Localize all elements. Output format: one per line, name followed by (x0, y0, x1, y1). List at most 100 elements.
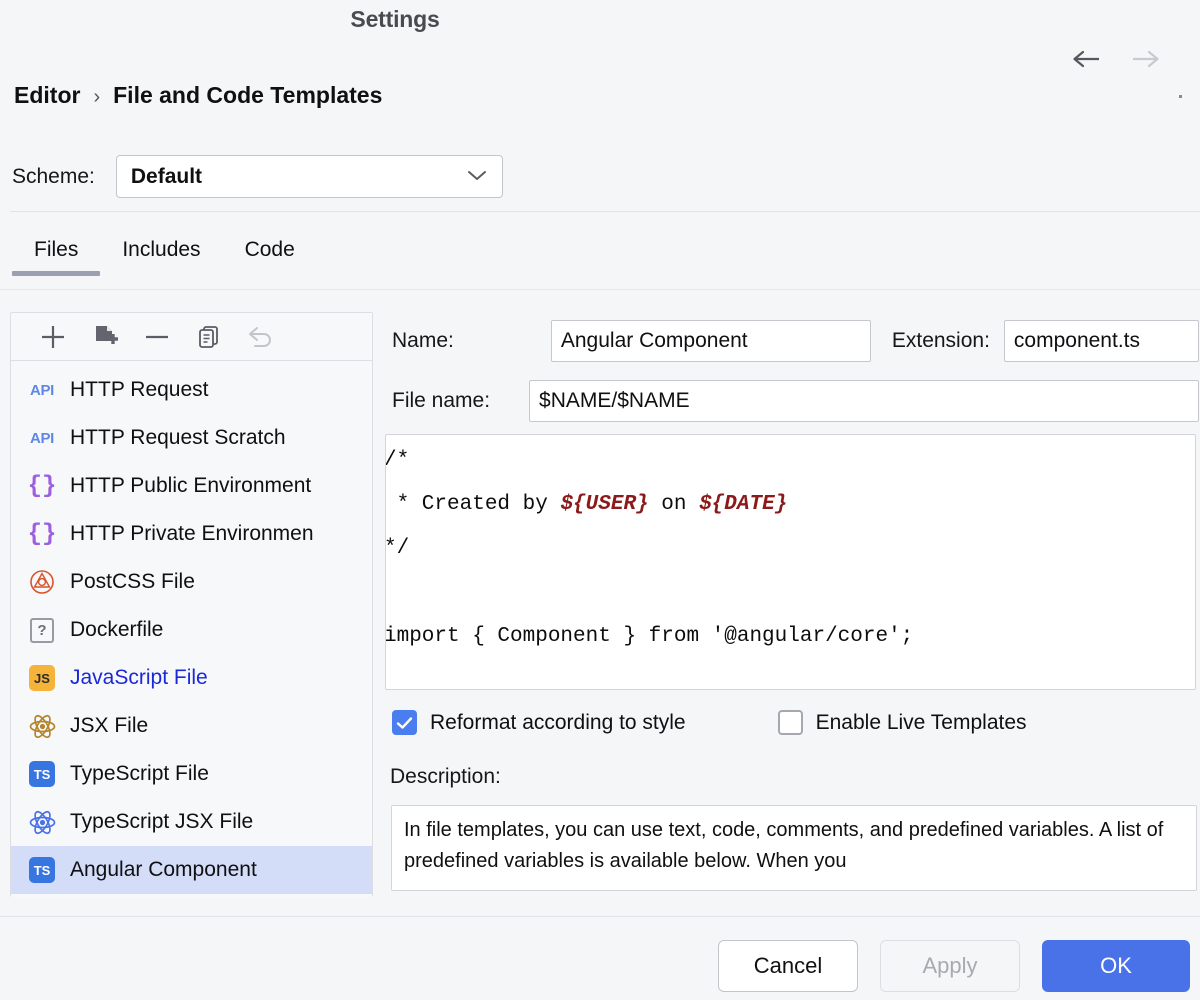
list-item-label: PostCSS File (70, 570, 195, 594)
javascript-icon: JS (28, 664, 56, 692)
copy-template-button[interactable] (183, 317, 235, 357)
dialog-title: Settings (0, 6, 790, 33)
filename-row: File name: $NAME/$NAME (392, 380, 1199, 422)
code-line: import { Component } from '@angular/core… (385, 615, 1195, 659)
plus-icon (38, 322, 68, 352)
new-file-icon (91, 323, 119, 351)
navigation-arrows (1072, 44, 1160, 74)
code-line: /* (385, 439, 1195, 483)
tab-code[interactable]: Code (223, 234, 317, 276)
code-line-empty (385, 571, 1195, 615)
template-list-panel: API HTTP Request API HTTP Request Scratc… (10, 312, 373, 897)
react-jsx-icon (28, 712, 56, 740)
add-template-button[interactable] (27, 317, 79, 357)
braces-icon: {} (28, 520, 56, 548)
apply-button[interactable]: Apply (880, 940, 1020, 992)
extension-input[interactable]: component.ts (1004, 320, 1199, 362)
api-icon: API (28, 424, 56, 452)
dialog-footer: Cancel Apply OK (718, 940, 1190, 992)
arrow-right-icon (1130, 49, 1160, 69)
check-icon (396, 716, 413, 730)
corner-dot-marker (1179, 95, 1182, 98)
list-item-label: HTTP Public Environment (70, 474, 311, 498)
template-code-editor[interactable]: /* * Created by ${USER} on ${DATE} */ im… (385, 434, 1196, 690)
options-row: Reformat according to style Enable Live … (392, 710, 1027, 735)
list-item-label: HTTP Request (70, 378, 209, 402)
list-item-label: TypeScript File (70, 762, 209, 786)
template-list[interactable]: API HTTP Request API HTTP Request Scratc… (11, 362, 372, 897)
list-item[interactable]: API HTTP Request Scratch (11, 414, 372, 462)
back-arrow-button[interactable] (1072, 44, 1102, 74)
scheme-divider (10, 211, 1200, 212)
list-item[interactable]: JS JavaScript File (11, 654, 372, 702)
name-label: Name: (392, 329, 454, 353)
list-item-label: HTTP Private Environmen (70, 522, 314, 546)
tab-includes[interactable]: Includes (100, 234, 222, 276)
extension-label: Extension: (892, 329, 990, 353)
minus-icon (142, 322, 172, 352)
typescript-icon: TS (28, 856, 56, 884)
code-text: on (649, 493, 699, 516)
list-item[interactable]: TypeScript JSX File (11, 798, 372, 846)
live-templates-checkbox-group[interactable]: Enable Live Templates (778, 710, 1027, 735)
reformat-checkbox[interactable] (392, 710, 417, 735)
code-line: */ (385, 527, 1195, 571)
arrow-left-icon (1072, 49, 1102, 69)
breadcrumb-separator-icon: › (93, 86, 100, 109)
breadcrumb-parent[interactable]: Editor (14, 82, 80, 109)
scheme-dropdown[interactable]: Default (116, 155, 503, 198)
code-variable-user: ${USER} (560, 493, 648, 516)
live-templates-checkbox[interactable] (778, 710, 803, 735)
code-variable-date: ${DATE} (699, 493, 787, 516)
tab-files[interactable]: Files (12, 234, 100, 276)
list-item[interactable]: {} HTTP Public Environment (11, 462, 372, 510)
filename-label: File name: (392, 389, 490, 413)
list-item-label: JSX File (70, 714, 148, 738)
name-row: Name: Angular Component Extension: compo… (392, 320, 1199, 362)
description-box: In file templates, you can use text, cod… (391, 805, 1197, 891)
typescript-icon: TS (28, 760, 56, 788)
code-text: * Created by (385, 493, 560, 516)
template-list-toolbar (11, 313, 372, 361)
list-item-label: JavaScript File (70, 666, 208, 690)
breadcrumb: Editor › File and Code Templates (14, 82, 382, 109)
copy-icon (195, 323, 223, 351)
list-item[interactable]: API HTTP Request (11, 366, 372, 414)
remove-template-button[interactable] (131, 317, 183, 357)
cancel-button[interactable]: Cancel (718, 940, 858, 992)
postcss-icon (28, 568, 56, 596)
reformat-checkbox-label: Reformat according to style (430, 711, 686, 735)
code-line: * Created by ${USER} on ${DATE} (385, 483, 1195, 527)
forward-arrow-button[interactable] (1130, 44, 1160, 74)
list-item[interactable]: TS TypeScript File (11, 750, 372, 798)
filename-input[interactable]: $NAME/$NAME (529, 380, 1199, 422)
list-item-label: Angular Component (70, 858, 257, 882)
name-input[interactable]: Angular Component (551, 320, 871, 362)
ok-button[interactable]: OK (1042, 940, 1190, 992)
list-item-selected[interactable]: TS Angular Component (11, 846, 372, 894)
scheme-row: Scheme: Default (12, 155, 503, 198)
list-item-label: TypeScript JSX File (70, 810, 253, 834)
create-from-file-button[interactable] (79, 317, 131, 357)
breadcrumb-current: File and Code Templates (113, 82, 382, 109)
reset-template-button[interactable] (235, 317, 287, 357)
braces-icon: {} (28, 472, 56, 500)
list-item[interactable]: {} HTTP Private Environmen (11, 510, 372, 558)
footer-divider (0, 916, 1200, 917)
scheme-label: Scheme: (12, 165, 95, 189)
list-item[interactable]: ? Dockerfile (11, 606, 372, 654)
list-item-label: HTTP Request Scratch (70, 426, 286, 450)
react-tsx-icon (28, 808, 56, 836)
settings-dialog: Settings Editor › File and Code Template… (0, 0, 1200, 1000)
undo-icon (246, 324, 276, 350)
tab-bar-divider (0, 289, 1200, 290)
description-label: Description: (390, 765, 501, 789)
list-item[interactable]: JSX File (11, 702, 372, 750)
list-item[interactable]: PostCSS File (11, 558, 372, 606)
reformat-checkbox-group[interactable]: Reformat according to style (392, 710, 686, 735)
chevron-down-icon (466, 168, 488, 186)
list-item-label: Dockerfile (70, 618, 163, 642)
tab-bar: Files Includes Code (12, 234, 317, 276)
unknown-file-icon: ? (28, 616, 56, 644)
scheme-selected-value: Default (131, 165, 202, 189)
